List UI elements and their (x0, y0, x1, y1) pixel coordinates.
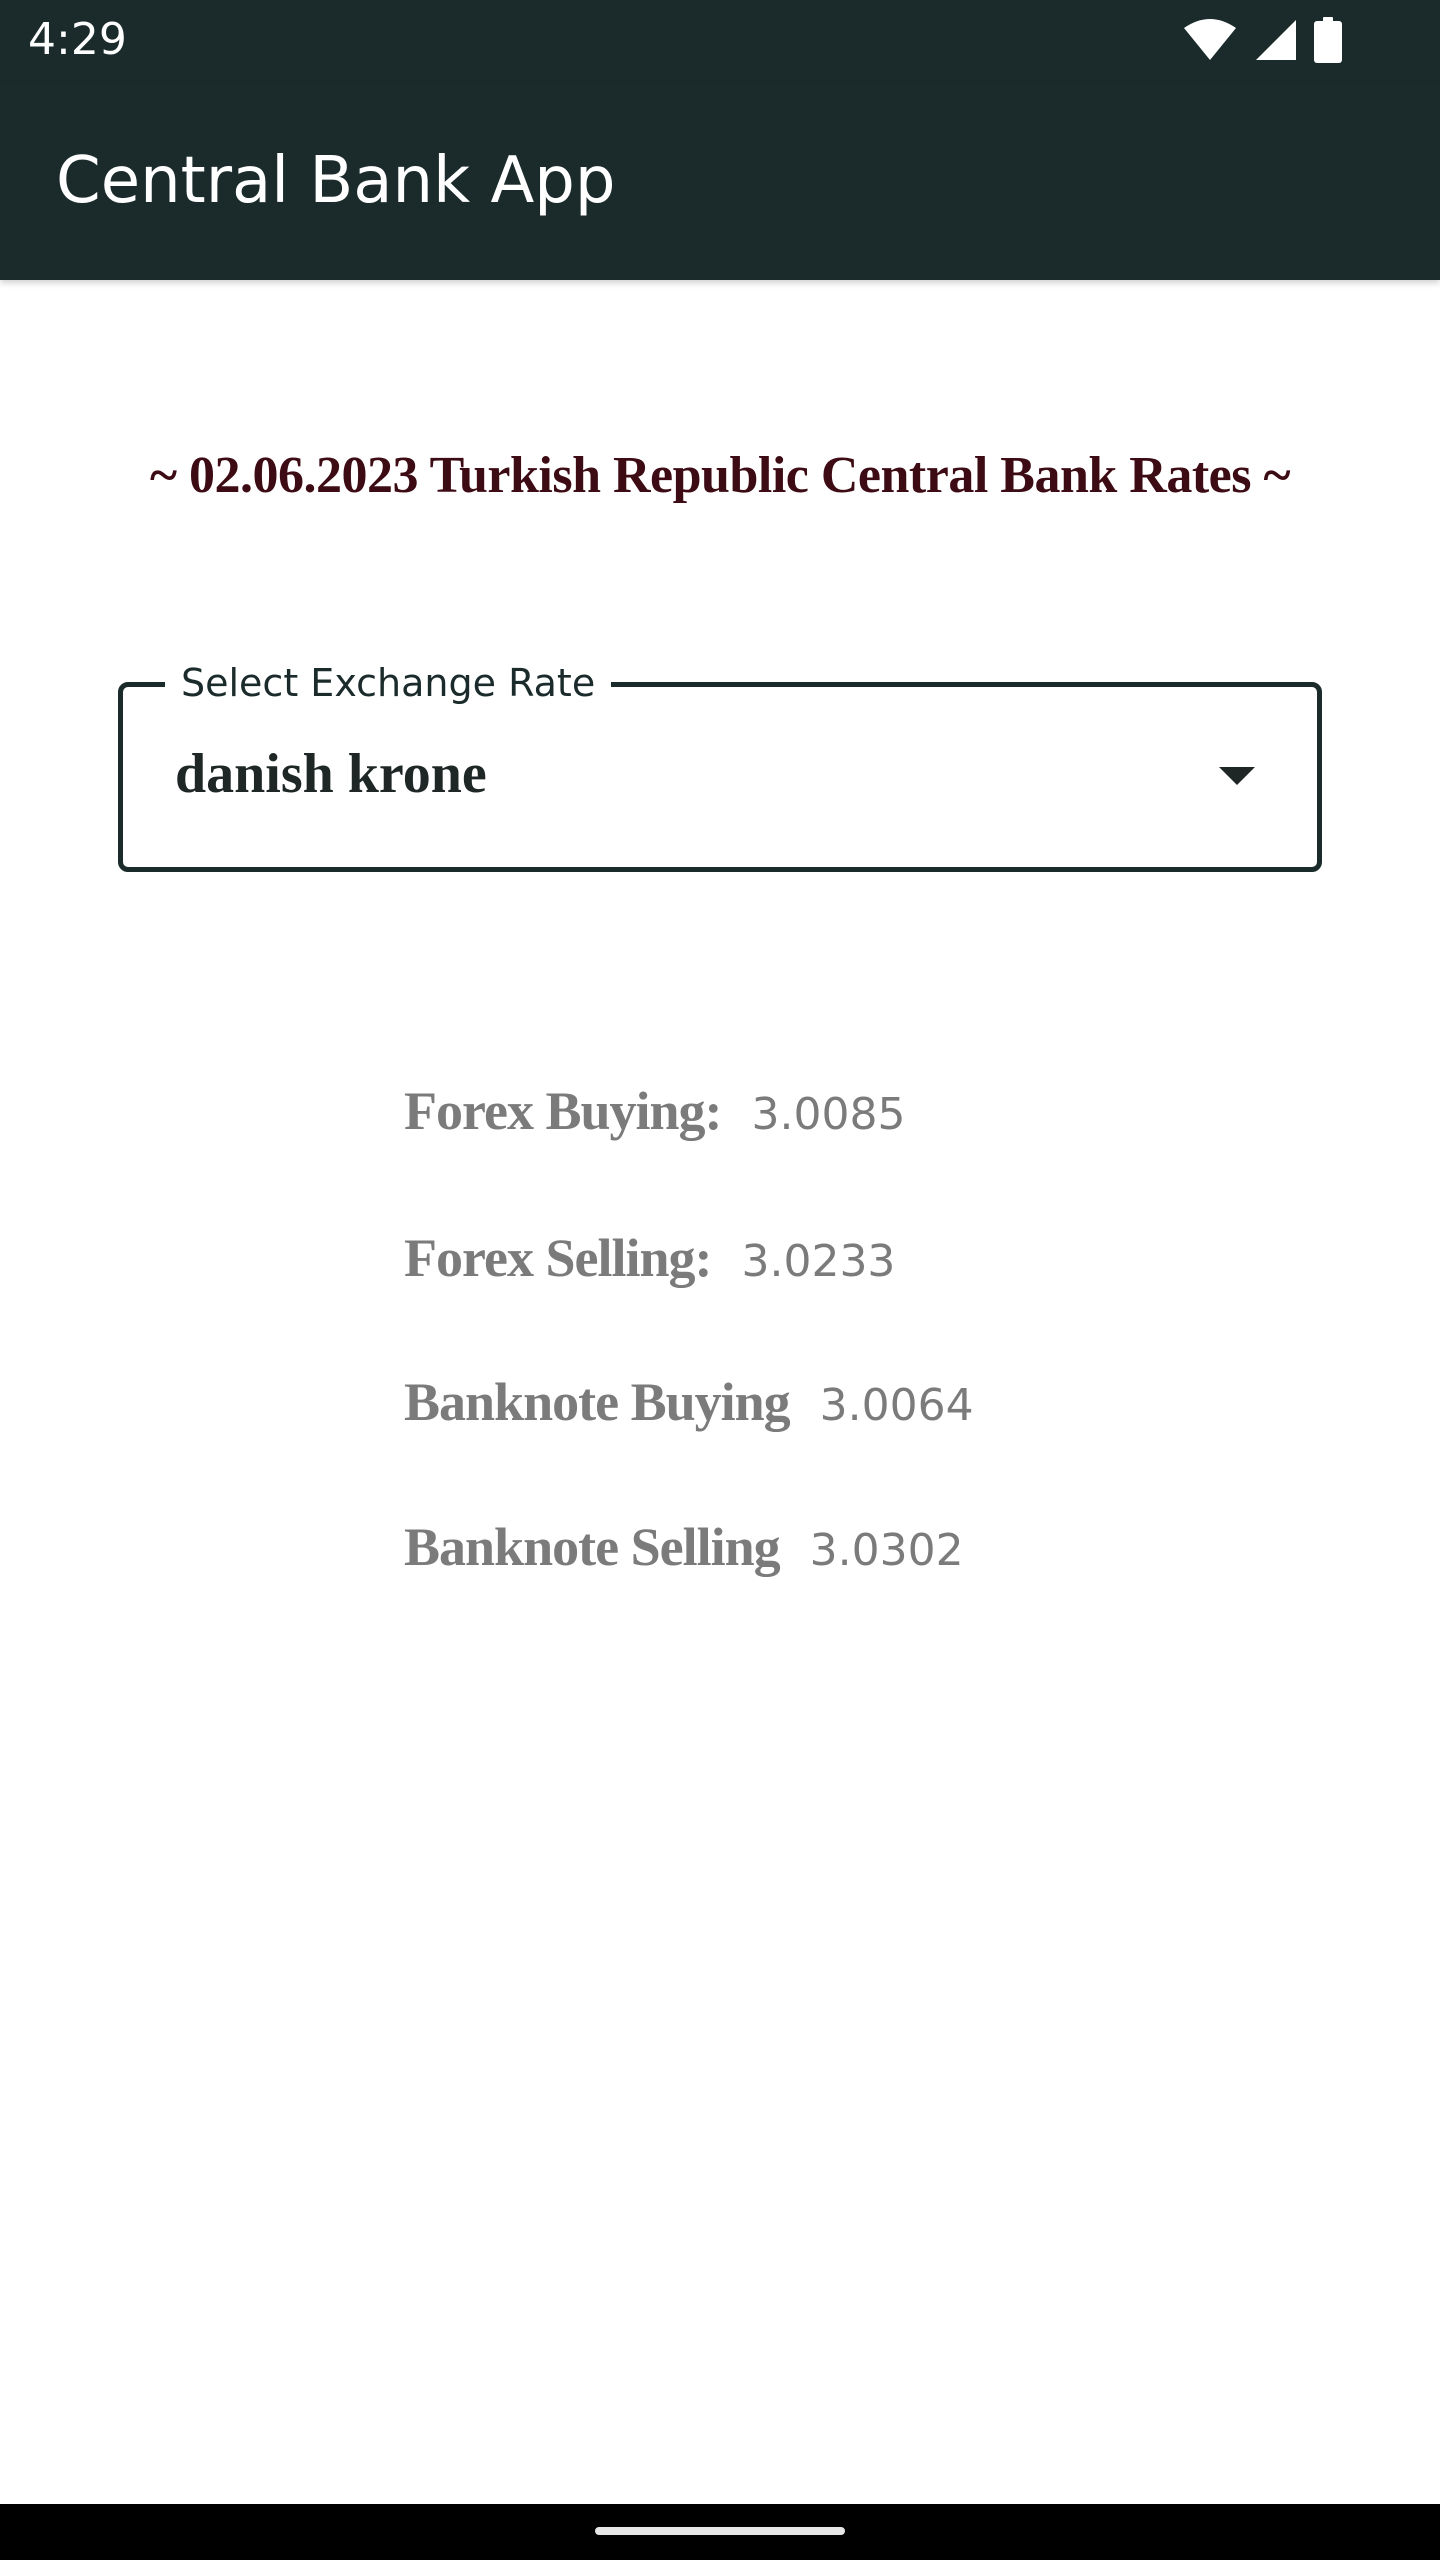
system-navigation-bar (0, 2504, 1440, 2560)
dropdown-label: Select Exchange Rate (165, 657, 612, 709)
forex-buying-row: Forex Buying: 3.0085 (404, 1080, 905, 1160)
status-bar: 4:29 (0, 0, 1440, 84)
home-gesture-handle[interactable] (595, 2527, 845, 2535)
battery-icon (1314, 17, 1342, 67)
app-title: Central Bank App (56, 144, 616, 218)
forex-selling-label: Forex Selling: (404, 1228, 712, 1288)
exchange-rate-dropdown[interactable]: Select Exchange Rate danish krone (118, 657, 1322, 872)
app-bar: Central Bank App (0, 84, 1440, 280)
screen: 4:29 Central Bank App ~ 02.06.2023 Turki… (0, 0, 1440, 2560)
forex-selling-value: 3.0233 (741, 1236, 896, 1287)
status-icons (1182, 17, 1342, 67)
banknote-buying-value: 3.0064 (819, 1380, 974, 1431)
dropdown-arrow-icon (1219, 767, 1255, 785)
banknote-buying-row: Banknote Buying 3.0064 (404, 1371, 974, 1451)
wifi-icon (1182, 18, 1238, 66)
status-time: 4:29 (28, 14, 127, 65)
forex-selling-row: Forex Selling: 3.0233 (404, 1227, 895, 1307)
banknote-selling-row: Banknote Selling 3.0302 (404, 1516, 964, 1596)
banknote-selling-value: 3.0302 (809, 1525, 964, 1576)
forex-buying-label: Forex Buying: (404, 1081, 723, 1141)
dropdown-selected-value: danish krone (175, 743, 487, 805)
cellular-signal-icon (1254, 18, 1298, 66)
rates-date-heading: ~ 02.06.2023 Turkish Republic Central Ba… (149, 447, 1291, 504)
banknote-selling-label: Banknote Selling (404, 1517, 781, 1577)
banknote-buying-label: Banknote Buying (404, 1372, 791, 1432)
forex-buying-value: 3.0085 (751, 1089, 906, 1140)
